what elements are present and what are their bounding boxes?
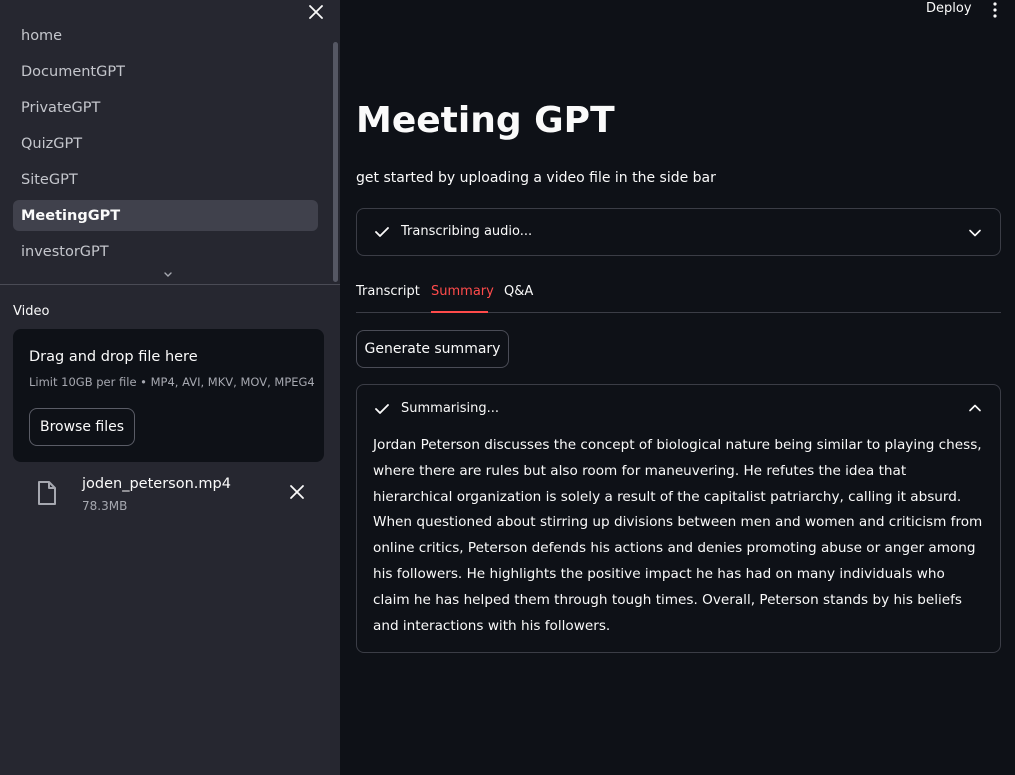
active-tab-indicator: [431, 311, 488, 313]
sidebar-item-documentgpt[interactable]: DocumentGPT: [13, 56, 318, 87]
browse-files-button[interactable]: Browse files: [29, 408, 135, 446]
deploy-button[interactable]: Deploy: [926, 1, 972, 16]
summary-status-label: Summarising...: [401, 401, 500, 416]
uploaded-file-name: joden_peterson.mp4: [82, 476, 231, 492]
sidebar-item-investorgpt[interactable]: investorGPT: [13, 236, 318, 267]
sidebar-item-privategpt[interactable]: PrivateGPT: [13, 92, 318, 123]
tab-bar: Transcript Summary Q&A: [356, 280, 1001, 314]
uploaded-file-size: 78.3MB: [82, 499, 128, 513]
main-menu-kebab-icon[interactable]: [989, 0, 1001, 20]
file-dropzone[interactable]: Drag and drop file here Limit 10GB per f…: [13, 329, 324, 462]
file-icon: [38, 481, 56, 505]
status-label: Transcribing audio...: [401, 224, 533, 239]
chevron-down-icon: [969, 229, 981, 237]
transcribing-status-expander[interactable]: Transcribing audio...: [356, 208, 1001, 256]
close-icon: [309, 5, 323, 19]
sidebar-item-quizgpt[interactable]: QuizGPT: [13, 128, 318, 159]
tab-qa[interactable]: Q&A: [504, 284, 533, 299]
tab-transcript[interactable]: Transcript: [356, 284, 420, 299]
check-icon: [375, 404, 389, 414]
video-uploader-label: Video: [13, 304, 50, 319]
sidebar: home DocumentGPT PrivateGPT QuizGPT Site…: [0, 0, 340, 775]
page-subtitle: get started by uploading a video file in…: [356, 170, 716, 186]
remove-file-close-icon[interactable]: [289, 484, 305, 500]
summary-expander-header[interactable]: Summarising...: [357, 385, 1000, 431]
sidebar-item-sitegpt[interactable]: SiteGPT: [13, 164, 318, 195]
page-title: Meeting GPT: [356, 100, 615, 141]
sidebar-item-meetinggpt[interactable]: MeetingGPT: [13, 200, 318, 231]
chevron-up-icon: [969, 404, 981, 412]
sidebar-scrollbar[interactable]: [333, 42, 338, 282]
check-icon: [375, 227, 389, 237]
expand-nav-chevron-icon[interactable]: [161, 270, 175, 280]
summary-text: Jordan Peterson discusses the concept of…: [373, 437, 983, 634]
generate-summary-button[interactable]: Generate summary: [356, 330, 509, 368]
sidebar-divider: [0, 284, 340, 285]
tab-summary[interactable]: Summary: [431, 284, 494, 299]
dropzone-limit-text: Limit 10GB per file • MP4, AVI, MKV, MOV…: [29, 375, 315, 389]
summary-expander: Summarising... Jordan Peterson discusses…: [356, 384, 1001, 653]
sidebar-nav: home DocumentGPT PrivateGPT QuizGPT Site…: [0, 18, 340, 285]
dropzone-title: Drag and drop file here: [29, 349, 198, 365]
sidebar-item-home[interactable]: home: [13, 20, 318, 51]
